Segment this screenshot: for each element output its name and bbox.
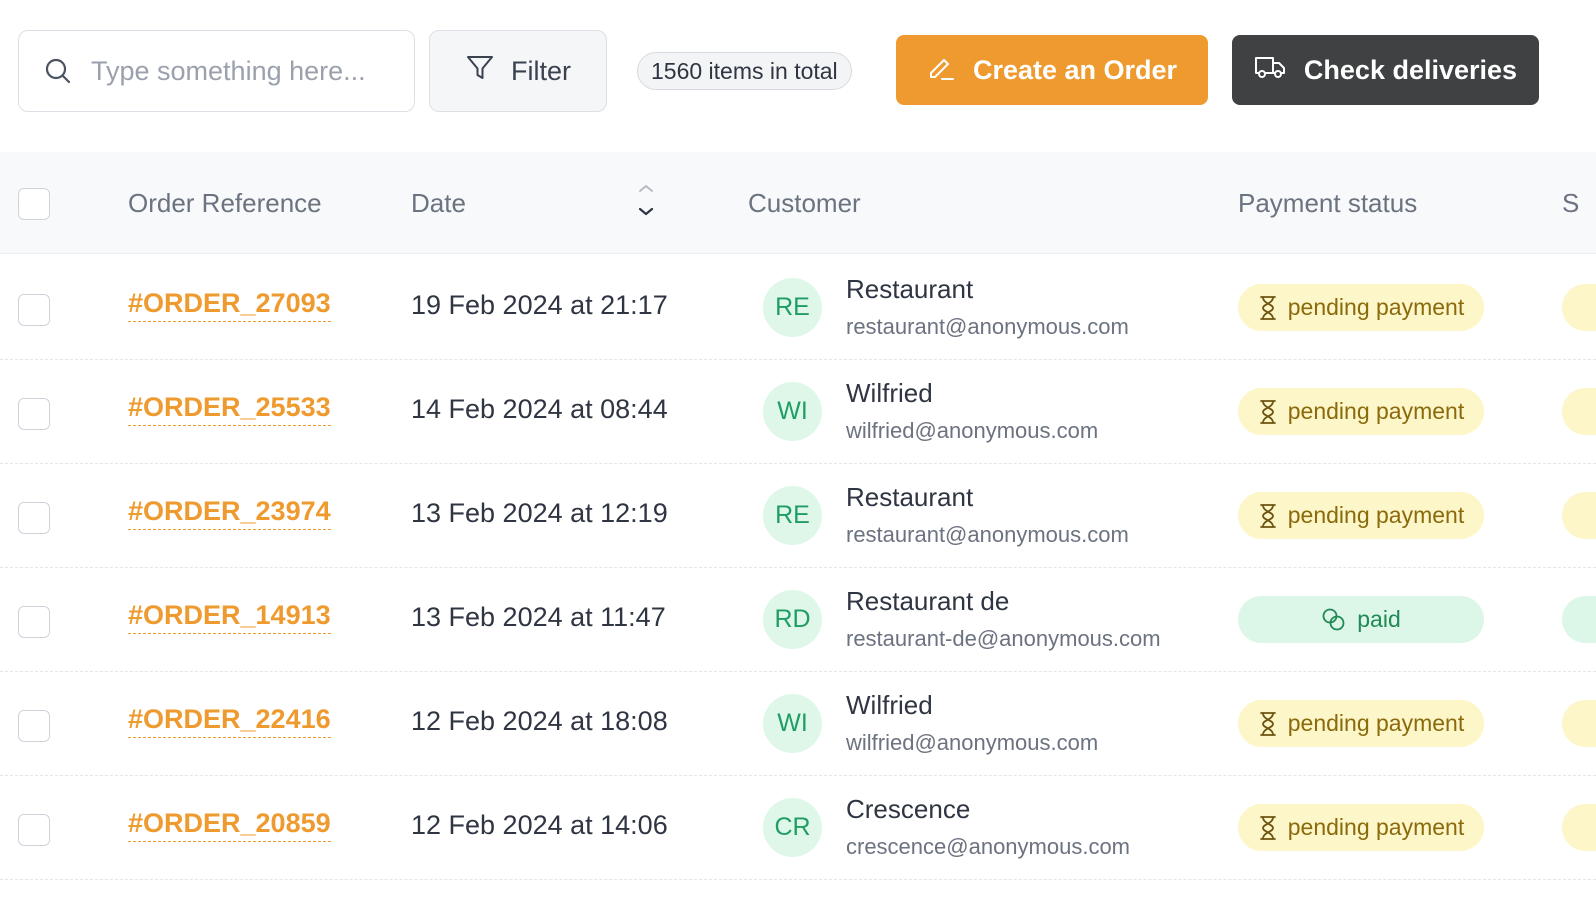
avatar: WI: [763, 382, 822, 441]
filter-icon: [465, 53, 495, 90]
payment-status-badge: pending payment: [1238, 284, 1484, 331]
column-header-next[interactable]: S: [1562, 152, 1579, 254]
select-all-checkbox[interactable]: [18, 188, 50, 220]
table-row[interactable]: #ORDER_14913 13 Feb 2024 at 11:47 RD Restau…: [0, 568, 1596, 672]
column-header-customer[interactable]: Customer: [748, 152, 861, 254]
order-date: 14 Feb 2024 at 08:44: [411, 394, 668, 424]
coins-icon: [1321, 607, 1347, 633]
next-column-badge: [1562, 284, 1596, 331]
order-reference-link[interactable]: #ORDER_27093: [128, 288, 331, 322]
order-date: 13 Feb 2024 at 12:19: [411, 498, 668, 528]
payment-status-badge: pending payment: [1238, 388, 1484, 435]
table-row[interactable]: #ORDER_27093 19 Feb 2024 at 21:17 RE Restau…: [0, 256, 1596, 360]
order-date: 12 Feb 2024 at 18:08: [411, 706, 668, 736]
next-column-badge: [1562, 700, 1596, 747]
customer-name: Wilfried: [846, 378, 933, 408]
search-icon: [43, 56, 73, 86]
avatar: WI: [763, 694, 822, 753]
payment-status-label: pending payment: [1287, 502, 1465, 528]
sort-icon[interactable]: [636, 182, 656, 222]
truck-icon: [1254, 53, 1286, 88]
order-reference-link[interactable]: #ORDER_14913: [128, 600, 331, 634]
check-deliveries-button[interactable]: Check deliveries: [1232, 35, 1539, 105]
payment-status-label: pending payment: [1287, 398, 1465, 424]
next-column-badge: [1562, 492, 1596, 539]
hourglass-icon: [1258, 295, 1278, 321]
total-count-badge: 1560 items in total: [637, 52, 852, 90]
row-checkbox[interactable]: [18, 814, 50, 846]
payment-status-badge: paid: [1238, 596, 1484, 643]
customer-name: Crescence: [846, 794, 971, 824]
table-row[interactable]: #ORDER_23974 13 Feb 2024 at 12:19 RE Restau…: [0, 464, 1596, 568]
payment-status-label: pending payment: [1287, 294, 1465, 320]
hourglass-icon: [1258, 711, 1278, 737]
avatar: RE: [763, 486, 822, 545]
customer-name: Restaurant de: [846, 586, 1010, 616]
toolbar: Filter 1560 items in total Create an Ord…: [0, 0, 1596, 150]
next-column-badge: [1562, 596, 1596, 643]
customer-name: Wilfried: [846, 690, 933, 720]
order-date: 19 Feb 2024 at 21:17: [411, 290, 668, 320]
row-checkbox[interactable]: [18, 294, 50, 326]
filter-button[interactable]: Filter: [429, 30, 607, 112]
hourglass-icon: [1258, 503, 1278, 529]
search-input[interactable]: [91, 55, 391, 87]
order-date: 13 Feb 2024 at 11:47: [411, 602, 666, 632]
order-reference-link[interactable]: #ORDER_25533: [128, 392, 331, 426]
customer-name: Restaurant: [846, 274, 974, 304]
next-column-badge: [1562, 804, 1596, 851]
hourglass-icon: [1258, 399, 1278, 425]
create-order-button[interactable]: Create an Order: [896, 35, 1208, 105]
column-header-date[interactable]: Date: [411, 152, 466, 254]
column-header-order-reference[interactable]: Order Reference: [128, 152, 322, 254]
row-checkbox[interactable]: [18, 606, 50, 638]
customer-email: restaurant-de@anonymous.com: [846, 626, 1160, 651]
filter-label: Filter: [511, 55, 571, 86]
customer-name: Restaurant: [846, 482, 974, 512]
table-row[interactable]: #ORDER_25533 14 Feb 2024 at 08:44 WI Wilfri…: [0, 360, 1596, 464]
payment-status-label: paid: [1357, 606, 1401, 632]
column-header-payment-status[interactable]: Payment status: [1238, 152, 1417, 254]
payment-status-badge: pending payment: [1238, 804, 1484, 851]
order-reference-link[interactable]: #ORDER_22416: [128, 704, 331, 738]
row-checkbox[interactable]: [18, 710, 50, 742]
hourglass-icon: [1258, 815, 1278, 841]
order-reference-link[interactable]: #ORDER_23974: [128, 496, 331, 530]
customer-email: restaurant@anonymous.com: [846, 314, 1129, 339]
table-header: Order Reference Date Customer Payment st…: [0, 152, 1596, 254]
payment-status-badge: pending payment: [1238, 700, 1484, 747]
row-checkbox[interactable]: [18, 398, 50, 430]
customer-email: restaurant@anonymous.com: [846, 522, 1129, 547]
row-checkbox[interactable]: [18, 502, 50, 534]
customer-email: wilfried@anonymous.com: [846, 418, 1099, 443]
avatar: CR: [763, 798, 822, 857]
payment-status-label: pending payment: [1287, 814, 1465, 840]
customer-email: wilfried@anonymous.com: [846, 730, 1099, 755]
order-date: 12 Feb 2024 at 14:06: [411, 810, 668, 840]
order-reference-link[interactable]: #ORDER_20859: [128, 808, 331, 842]
payment-status-badge: pending payment: [1238, 492, 1484, 539]
table-row[interactable]: #ORDER_20859 12 Feb 2024 at 14:06 CR Cresce…: [0, 776, 1596, 880]
avatar: RD: [763, 590, 822, 649]
next-column-badge: [1562, 388, 1596, 435]
pencil-icon: [927, 53, 955, 88]
create-order-label: Create an Order: [972, 54, 1178, 85]
avatar: RE: [763, 278, 822, 337]
payment-status-label: pending payment: [1287, 710, 1465, 736]
search-box[interactable]: [18, 30, 415, 112]
customer-email: crescence@anonymous.com: [846, 834, 1131, 859]
table-row[interactable]: #ORDER_22416 12 Feb 2024 at 18:08 WI Wilfri…: [0, 672, 1596, 776]
check-deliveries-label: Check deliveries: [1303, 54, 1518, 85]
